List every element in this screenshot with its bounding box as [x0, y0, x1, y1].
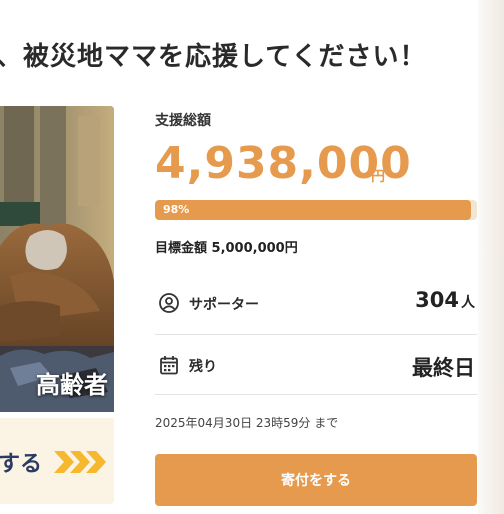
- progress-label: 98%: [163, 203, 190, 216]
- supporters-row: サポーター 304 人: [155, 274, 477, 334]
- supporters-number: 304: [415, 288, 459, 312]
- divider: [155, 334, 477, 335]
- remaining-value: 最終日: [412, 356, 475, 380]
- donate-button[interactable]: 寄付をする: [155, 454, 477, 506]
- person-circle-icon: [159, 293, 179, 313]
- supporters-unit: 人: [461, 295, 475, 311]
- project-photo[interactable]: 高齢者: [0, 106, 114, 412]
- calendar-icon: [160, 356, 178, 375]
- progress-fill: [155, 200, 471, 220]
- supporters-label: サポーター: [189, 297, 259, 313]
- supporters-count: 304 人: [415, 288, 475, 312]
- photo-caption: 高齢者: [36, 370, 108, 399]
- remaining-label: 残り: [189, 359, 217, 375]
- goal-amount: 目標金額 5,000,000円: [155, 241, 298, 256]
- remaining-row: 残り 最終日: [155, 336, 477, 396]
- raised-label: 支援総額: [155, 113, 211, 129]
- cta-text: する: [0, 452, 43, 477]
- right-edge-background: [478, 0, 504, 514]
- support-cta-banner[interactable]: する: [0, 418, 114, 504]
- triple-chevron-right-icon: [54, 451, 106, 473]
- raised-unit: 円: [371, 169, 385, 185]
- deadline-text: 2025年04月30日 23時59分 まで: [155, 416, 339, 430]
- divider: [155, 394, 477, 395]
- progress-bar: 98%: [155, 200, 477, 220]
- funding-panel: 支援総額 4,938,000 円 98% 目標金額 5,000,000円 サポー…: [155, 0, 477, 514]
- project-page: 、被災地ママを応援してください！ 高齢者 する 支援総額 4,938,000 円…: [0, 0, 504, 514]
